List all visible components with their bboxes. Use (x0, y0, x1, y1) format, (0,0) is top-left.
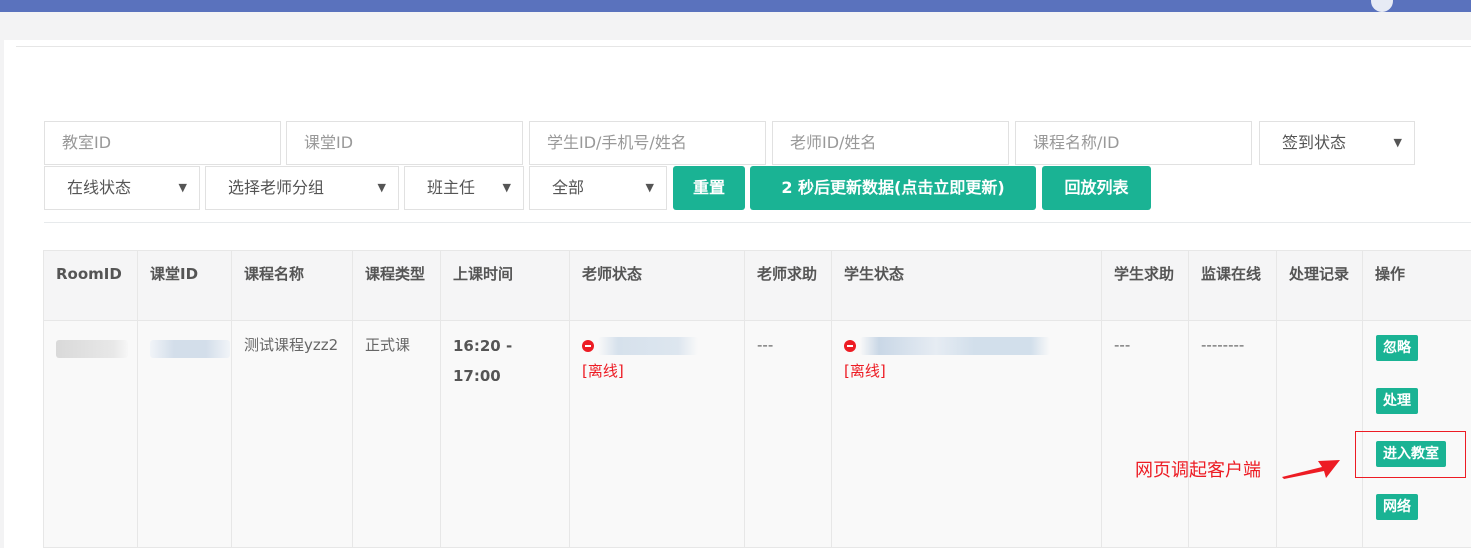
header-course-type: 课程类型 (352, 250, 441, 321)
ignore-button[interactable]: 忽略 (1376, 335, 1418, 361)
teacher-offline-label: [离线] (582, 362, 624, 380)
cell-teacher-status: [离线] (569, 320, 745, 548)
cell-record (1276, 320, 1363, 548)
cell-teacher-help: --- (744, 320, 832, 548)
offline-icon (844, 339, 856, 352)
head-teacher-select[interactable]: 班主任 ▼ (404, 166, 524, 210)
table-row: 测试课程yzz2 正式课 16:20 - 17:00 [离线] --- [离线]… (43, 320, 1471, 548)
offline-icon (582, 339, 594, 352)
playback-list-button[interactable]: 回放列表 (1042, 166, 1151, 210)
handle-button[interactable]: 处理 (1376, 388, 1418, 414)
classroom-id-input[interactable]: 教室ID (44, 121, 281, 165)
cell-roomid (43, 320, 138, 548)
header-course-name: 课程名称 (231, 250, 353, 321)
annotation-highlight-box (1355, 431, 1466, 478)
caret-down-icon: ▼ (502, 181, 511, 194)
caret-down-icon: ▼ (645, 181, 654, 194)
user-avatar[interactable] (1371, 0, 1393, 12)
header-monitor-online: 监课在线 (1188, 250, 1277, 321)
top-nav-bar (0, 0, 1471, 12)
refresh-button[interactable]: 2 秒后更新数据(点击立即更新) (750, 166, 1036, 210)
cell-time: 16:20 - 17:00 (440, 320, 570, 548)
cell-monitor-online: -------- (1188, 320, 1277, 548)
student-offline-label: [离线] (844, 362, 886, 380)
header-teacher-help: 老师求助 (744, 250, 832, 321)
header-time: 上课时间 (440, 250, 570, 321)
teacher-group-select[interactable]: 选择老师分组 ▼ (205, 166, 399, 210)
annotation-text: 网页调起客户端 (1135, 460, 1261, 481)
header-student-help: 学生求助 (1101, 250, 1189, 321)
checkin-status-select[interactable]: 签到状态 ▼ (1259, 121, 1415, 165)
header-actions: 操作 (1362, 250, 1471, 321)
cell-student-help: --- (1101, 320, 1189, 548)
scope-value: 全部 (552, 178, 585, 197)
cell-course-type: 正式课 (352, 320, 441, 548)
header-lesson-id: 课堂ID (137, 250, 232, 321)
redacted-value (150, 339, 230, 358)
reset-button[interactable]: 重置 (673, 166, 745, 210)
caret-down-icon: ▼ (1393, 136, 1402, 149)
divider (16, 46, 1471, 47)
cell-lesson-id (137, 320, 232, 548)
caret-down-icon: ▼ (178, 181, 187, 194)
header-student-status: 学生状态 (831, 250, 1102, 321)
monitor-table: RoomID 课堂ID 课程名称 课程类型 上课时间 老师状态 老师求助 学生状… (43, 250, 1471, 548)
checkin-status-value: 签到状态 (1282, 133, 1347, 152)
head-teacher-value: 班主任 (427, 178, 476, 197)
header-teacher-status: 老师状态 (569, 250, 745, 321)
lesson-id-input[interactable]: 课堂ID (286, 121, 523, 165)
redacted-value (860, 336, 1050, 355)
course-search-input[interactable]: 课程名称/ID (1015, 121, 1252, 165)
annotation-arrow-icon (1282, 460, 1340, 479)
redacted-value (598, 336, 698, 355)
teacher-group-value: 选择老师分组 (228, 178, 325, 197)
table-header-row: RoomID 课堂ID 课程名称 课程类型 上课时间 老师状态 老师求助 学生状… (43, 250, 1471, 321)
online-status-value: 在线状态 (67, 178, 132, 197)
cell-student-status: [离线] (831, 320, 1102, 548)
scope-select[interactable]: 全部 ▼ (529, 166, 667, 210)
divider (44, 222, 1471, 223)
teacher-search-input[interactable]: 老师ID/姓名 (772, 121, 1009, 165)
online-status-select[interactable]: 在线状态 ▼ (44, 166, 200, 210)
redacted-value (56, 339, 128, 358)
header-record: 处理记录 (1276, 250, 1363, 321)
caret-down-icon: ▼ (377, 181, 386, 194)
student-search-input[interactable]: 学生ID/手机号/姓名 (529, 121, 766, 165)
network-button[interactable]: 网络 (1376, 494, 1418, 520)
header-roomid: RoomID (43, 250, 138, 321)
cell-course-name: 测试课程yzz2 (231, 320, 353, 548)
